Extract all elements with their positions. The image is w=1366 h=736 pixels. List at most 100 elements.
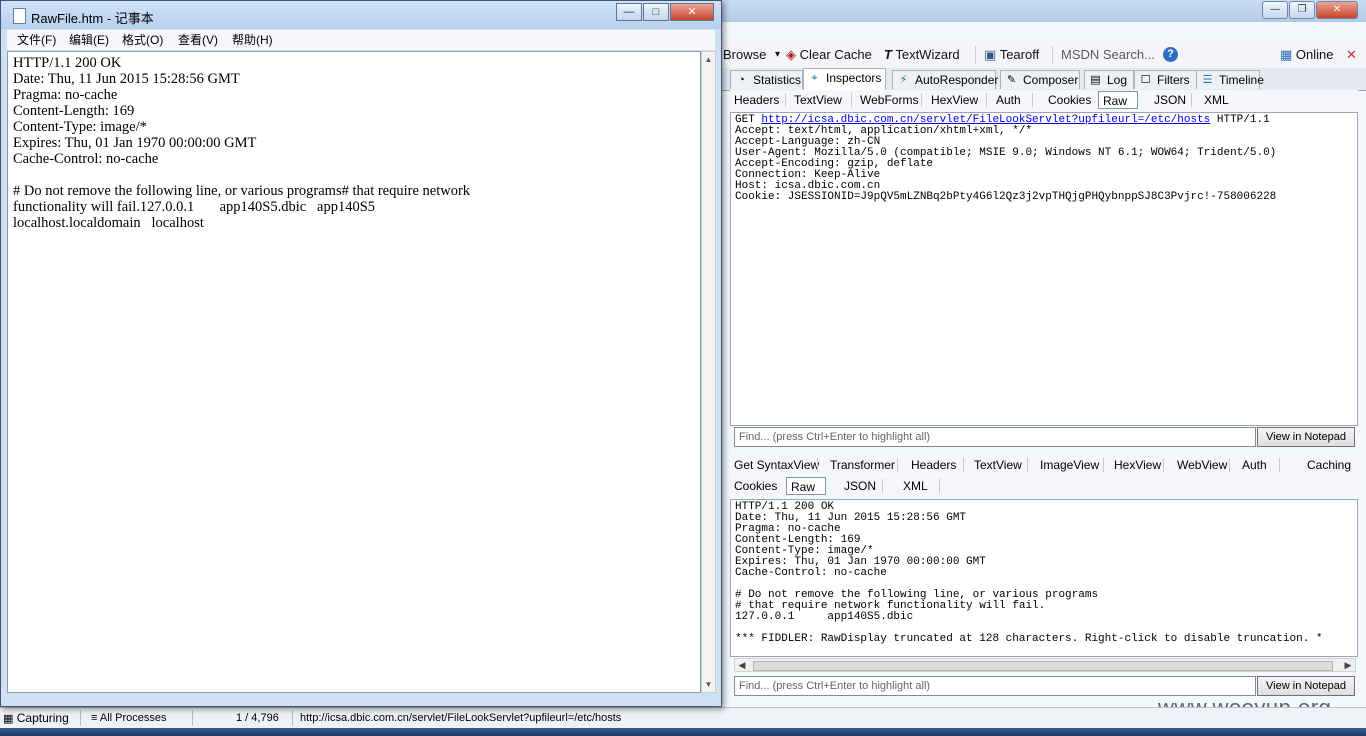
resp-tab-imageview[interactable]: ImageView	[1036, 456, 1103, 474]
log-icon: ▤	[1090, 74, 1101, 86]
msdn-search-input[interactable]: MSDN Search...	[1061, 46, 1155, 64]
resp-tab-xml[interactable]: XML	[899, 477, 932, 495]
resp-tab-get-syntaxview[interactable]: Get SyntaxView	[730, 456, 823, 474]
req-tab-cookies[interactable]: Cookies	[1044, 91, 1095, 109]
resp-tab-auth[interactable]: Auth	[1238, 456, 1271, 474]
fiddler-minimize-button[interactable]: —	[1262, 1, 1288, 19]
req-tab-hexview[interactable]: HexView	[927, 91, 982, 109]
resp-tab-raw[interactable]: Raw	[786, 477, 826, 495]
menu-help[interactable]: 帮助(H)	[232, 33, 273, 47]
resp-tab-headers[interactable]: Headers	[907, 456, 960, 474]
scrollbar-thumb[interactable]	[753, 661, 1333, 671]
tab-inspectors[interactable]: ⌖ Inspectors	[803, 68, 886, 90]
tab-divider	[1103, 458, 1104, 472]
req-tab-auth[interactable]: Auth	[992, 91, 1025, 109]
menu-file[interactable]: 文件(F)	[17, 33, 56, 47]
resp-tab-cookies[interactable]: Cookies	[730, 477, 781, 495]
tearoff-label: Tearoff	[999, 47, 1040, 62]
selected-url: http://icsa.dbic.com.cn/servlet/FileLook…	[300, 712, 622, 724]
notepad-menubar: 文件(F) 编辑(E) 格式(O) 查看(V) 帮助(H)	[7, 30, 715, 50]
clear-cache-icon: ◈	[786, 47, 796, 62]
resp-tab-textview[interactable]: TextView	[970, 456, 1026, 474]
process-filter[interactable]: ≡ All Processes	[91, 711, 167, 725]
fiddler-statusbar: ▦ Capturing ≡ All Processes 1 / 4,796 ht…	[0, 707, 1366, 728]
response-inspector-tabs-row2: Cookies Raw JSON XML	[730, 476, 1358, 496]
response-view-in-notepad-button[interactable]: View in Notepad	[1257, 676, 1355, 696]
response-raw-pane[interactable]: HTTP/1.1 200 OK Date: Thu, 11 Jun 2015 1…	[730, 499, 1358, 657]
tearoff-button[interactable]: ▣ Tearoff	[984, 46, 1039, 64]
browse-button[interactable]: Browse	[723, 46, 766, 64]
statusbar-divider	[192, 710, 193, 726]
help-icon[interactable]: ?	[1163, 47, 1178, 62]
request-inspector-tabs: Headers TextView WebForms HexView Auth C…	[730, 90, 1358, 110]
statusbar-divider	[292, 710, 293, 726]
tab-divider	[939, 479, 940, 493]
response-find-input[interactable]: Find... (press Ctrl+Enter to highlight a…	[734, 676, 1256, 696]
notepad-text-area[interactable]: HTTP/1.1 200 OK Date: Thu, 11 Jun 2015 1…	[7, 51, 701, 693]
statusbar-divider	[80, 710, 81, 726]
toolbar-close-icon[interactable]: ✕	[1346, 46, 1357, 64]
capturing-toggle[interactable]: ▦ Capturing	[3, 711, 69, 725]
notepad-titlebar[interactable]: RawFile.htm - 记事本 — □ ✕	[1, 1, 721, 29]
tab-label: AutoResponder	[915, 73, 999, 87]
resp-tab-caching[interactable]: Caching	[1303, 456, 1355, 474]
browse-dropdown-icon[interactable]: ▾	[775, 46, 780, 64]
toolbar-divider	[975, 46, 976, 64]
req-tab-headers[interactable]: Headers	[730, 91, 783, 109]
clear-cache-button[interactable]: ◈ Clear Cache	[786, 46, 872, 64]
tab-statistics[interactable]: ◔ Statistics	[730, 70, 803, 89]
windows-taskbar	[0, 728, 1366, 736]
tab-divider	[1279, 458, 1280, 472]
request-view-in-notepad-button[interactable]: View in Notepad	[1257, 427, 1355, 447]
resp-tab-webview[interactable]: WebView	[1173, 456, 1231, 474]
tab-divider	[963, 458, 964, 472]
scroll-right-icon[interactable]: ▶	[1341, 659, 1355, 671]
tab-label: Statistics	[753, 73, 802, 87]
menu-view[interactable]: 查看(V)	[178, 33, 218, 47]
notepad-vertical-scrollbar[interactable]: ▲ ▼	[701, 51, 716, 693]
lightning-icon: ⚡	[899, 74, 908, 86]
request-raw-pane[interactable]: GET http://icsa.dbic.com.cn/servlet/File…	[730, 112, 1358, 426]
process-filter-label: All Processes	[99, 712, 167, 724]
tab-divider	[851, 93, 852, 107]
req-tab-xml[interactable]: XML	[1200, 91, 1233, 109]
tab-autoresponder[interactable]: ⚡ AutoResponder	[892, 70, 999, 89]
req-tab-raw[interactable]: Raw	[1098, 91, 1138, 109]
tab-log[interactable]: ▤ Log	[1084, 70, 1134, 89]
timeline-icon: ☰	[1202, 74, 1213, 86]
scroll-left-icon[interactable]: ◀	[735, 659, 749, 671]
maximize-button[interactable]: □	[643, 3, 669, 21]
menu-format[interactable]: 格式(O)	[122, 33, 163, 47]
filter-icon: ≡	[91, 712, 98, 724]
req-tab-webforms[interactable]: WebForms	[856, 91, 922, 109]
tab-divider	[986, 93, 987, 107]
menu-edit[interactable]: 编辑(E)	[69, 33, 109, 47]
scroll-down-icon[interactable]: ▼	[702, 680, 715, 689]
resp-tab-transformer[interactable]: Transformer	[826, 456, 899, 474]
close-button[interactable]: ✕	[670, 3, 714, 21]
resp-tab-hexview[interactable]: HexView	[1110, 456, 1165, 474]
tab-timeline[interactable]: ☰ Timeline	[1196, 70, 1264, 89]
scroll-up-icon[interactable]: ▲	[702, 55, 715, 64]
pencil-icon: ✎	[1006, 74, 1017, 86]
resp-tab-json[interactable]: JSON	[840, 477, 880, 495]
request-find-input[interactable]: Find... (press Ctrl+Enter to highlight a…	[734, 427, 1256, 447]
tearoff-icon: ▣	[984, 47, 997, 62]
tab-divider	[1163, 458, 1164, 472]
tab-label: Inspectors	[826, 71, 882, 85]
fiddler-restore-button[interactable]: ❐	[1289, 1, 1315, 19]
tab-composer[interactable]: ✎ Composer	[1000, 70, 1080, 89]
tab-filters[interactable]: ☐ Filters	[1134, 70, 1204, 89]
textwizard-button[interactable]: T TextWizard	[884, 46, 960, 64]
toolbar-divider	[1052, 46, 1053, 64]
response-horizontal-scrollbar[interactable]: ◀ ▶	[734, 658, 1356, 672]
req-tab-textview[interactable]: TextView	[790, 91, 846, 109]
textwizard-label: TextWizard	[895, 47, 960, 62]
minimize-button[interactable]: —	[616, 3, 642, 21]
tab-divider	[785, 93, 786, 107]
online-label: Online	[1295, 47, 1334, 62]
checkbox-icon: ☐	[1140, 74, 1151, 86]
req-tab-json[interactable]: JSON	[1150, 91, 1190, 109]
capturing-label: Capturing	[16, 711, 69, 725]
fiddler-close-button[interactable]: ✕	[1316, 1, 1358, 19]
